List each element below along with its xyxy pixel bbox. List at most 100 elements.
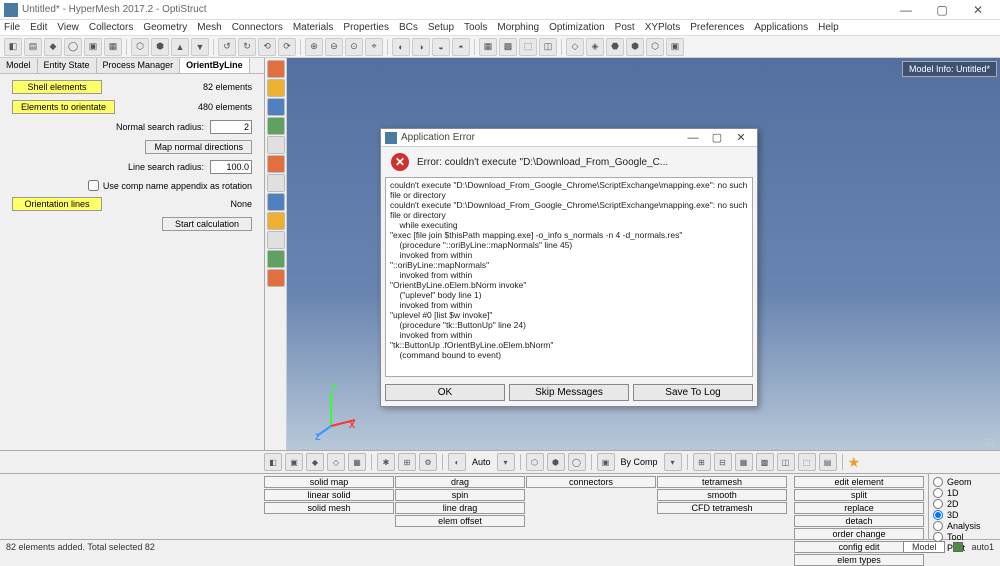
vtool-icon[interactable] xyxy=(267,231,285,249)
cmd-line-drag[interactable]: line drag xyxy=(395,502,525,514)
toolbar-icon[interactable]: ◫ xyxy=(539,38,557,56)
vtb-icon[interactable]: ⊞ xyxy=(398,453,416,471)
skip-messages-button[interactable]: Skip Messages xyxy=(509,384,629,401)
start-calculation-button[interactable]: Start calculation xyxy=(162,217,252,231)
vtool-icon[interactable] xyxy=(267,98,285,116)
menu-morphing[interactable]: Morphing xyxy=(497,22,539,33)
menu-mesh[interactable]: Mesh xyxy=(197,22,221,33)
toolbar-icon[interactable]: ⬢ xyxy=(151,38,169,56)
vtb-icon[interactable]: ▩ xyxy=(756,453,774,471)
dialog-titlebar[interactable]: Application Error — ▢ ✕ xyxy=(381,129,757,147)
tab-model[interactable]: Model xyxy=(0,58,38,73)
cmd-linear-solid[interactable]: linear solid xyxy=(264,489,394,501)
vtool-icon[interactable] xyxy=(267,269,285,287)
radio-2d[interactable] xyxy=(933,499,943,509)
toolbar-icon[interactable]: ⌖ xyxy=(365,38,383,56)
toolbar-icon[interactable]: ◑ xyxy=(412,38,430,56)
toolbar-icon[interactable]: ⊕ xyxy=(305,38,323,56)
save-to-log-button[interactable]: Save To Log xyxy=(633,384,753,401)
vtb-icon[interactable]: ▦ xyxy=(348,453,366,471)
status-color-swatch[interactable] xyxy=(953,542,963,552)
toolbar-icon[interactable]: ⬢ xyxy=(626,38,644,56)
cmd-solid-mesh[interactable]: solid mesh xyxy=(264,502,394,514)
menu-edit[interactable]: Edit xyxy=(30,22,47,33)
cmd-spin[interactable]: spin xyxy=(395,489,525,501)
cmd-tetramesh[interactable]: tetramesh xyxy=(657,476,787,488)
toolbar-icon[interactable]: ⟲ xyxy=(258,38,276,56)
cmd-drag[interactable]: drag xyxy=(395,476,525,488)
vtb-icon[interactable]: ▤ xyxy=(819,453,837,471)
vtb-icon[interactable]: ▣ xyxy=(597,453,615,471)
vtool-icon[interactable] xyxy=(267,79,285,97)
radio-analysis[interactable] xyxy=(933,521,943,531)
menu-xyplots[interactable]: XYPlots xyxy=(645,22,681,33)
minimize-button[interactable]: — xyxy=(888,3,924,17)
vtb-icon[interactable]: ⬢ xyxy=(547,453,565,471)
dialog-maximize-button[interactable]: ▢ xyxy=(705,131,729,144)
toolbar-icon[interactable]: ⬡ xyxy=(131,38,149,56)
toolbar-icon[interactable]: ⬡ xyxy=(646,38,664,56)
menu-bcs[interactable]: BCs xyxy=(399,22,418,33)
vtool-icon[interactable] xyxy=(267,117,285,135)
vtool-icon[interactable] xyxy=(267,212,285,230)
auto-label[interactable]: Auto xyxy=(469,457,494,467)
toolbar-icon[interactable]: ◒ xyxy=(432,38,450,56)
use-comp-name-checkbox[interactable] xyxy=(88,180,99,191)
cmd-elem-offset[interactable]: elem offset xyxy=(395,515,525,527)
cmd-elem-types[interactable]: elem types xyxy=(794,554,924,566)
vtb-icon[interactable]: ⚙ xyxy=(419,453,437,471)
toolbar-icon[interactable]: ▣ xyxy=(666,38,684,56)
cmd-detach[interactable]: detach xyxy=(794,515,924,527)
menu-materials[interactable]: Materials xyxy=(293,22,334,33)
vtb-icon[interactable]: ⊟ xyxy=(714,453,732,471)
bycomp-label[interactable]: By Comp xyxy=(618,457,661,467)
line-search-radius-input[interactable] xyxy=(210,160,252,174)
map-normal-directions-button[interactable]: Map normal directions xyxy=(145,140,252,154)
toolbar-icon[interactable]: ◯ xyxy=(64,38,82,56)
elements-to-orientate-button[interactable]: Elements to orientate xyxy=(12,100,115,114)
vtb-icon[interactable]: ◧ xyxy=(264,453,282,471)
toolbar-icon[interactable]: ◓ xyxy=(452,38,470,56)
cmd-smooth[interactable]: smooth xyxy=(657,489,787,501)
toolbar-icon[interactable]: ▣ xyxy=(84,38,102,56)
toolbar-icon[interactable]: ↻ xyxy=(238,38,256,56)
vtb-icon[interactable]: ◇ xyxy=(327,453,345,471)
menu-optimization[interactable]: Optimization xyxy=(549,22,605,33)
vtb-icon[interactable]: ◯ xyxy=(568,453,586,471)
dropdown-icon[interactable]: ▾ xyxy=(497,453,515,471)
toolbar-icon[interactable]: ◈ xyxy=(586,38,604,56)
tab-orientbyline[interactable]: OrientByLine xyxy=(180,58,250,73)
cmd-cfd-tetramesh[interactable]: CFD tetramesh xyxy=(657,502,787,514)
menu-geometry[interactable]: Geometry xyxy=(143,22,187,33)
vtb-icon[interactable]: ⬚ xyxy=(798,453,816,471)
orientation-lines-button[interactable]: Orientation lines xyxy=(12,197,102,211)
vtb-icon[interactable]: ⊞ xyxy=(693,453,711,471)
toolbar-icon[interactable]: ▦ xyxy=(479,38,497,56)
toolbar-icon[interactable]: ⬣ xyxy=(606,38,624,56)
toolbar-icon[interactable]: ▼ xyxy=(191,38,209,56)
vtool-icon[interactable] xyxy=(267,60,285,78)
tab-entity-state[interactable]: Entity State xyxy=(38,58,97,73)
menu-post[interactable]: Post xyxy=(615,22,635,33)
menu-tools[interactable]: Tools xyxy=(464,22,487,33)
toolbar-icon[interactable]: ◐ xyxy=(392,38,410,56)
toolbar-icon[interactable]: ▤ xyxy=(24,38,42,56)
vtb-icon[interactable]: ▦ xyxy=(735,453,753,471)
vtool-icon[interactable] xyxy=(267,136,285,154)
radio-1d[interactable] xyxy=(933,488,943,498)
menu-preferences[interactable]: Preferences xyxy=(690,22,744,33)
viewport-corner-icon[interactable]: ◱ xyxy=(985,437,994,448)
cmd-solid-map[interactable]: solid map xyxy=(264,476,394,488)
vtool-icon[interactable] xyxy=(267,155,285,173)
toolbar-icon[interactable]: ▲ xyxy=(171,38,189,56)
dialog-minimize-button[interactable]: — xyxy=(681,132,705,144)
cmd-connectors[interactable]: connectors xyxy=(526,476,656,488)
radio-geom[interactable] xyxy=(933,477,943,487)
menu-connectors[interactable]: Connectors xyxy=(232,22,283,33)
maximize-button[interactable]: ▢ xyxy=(924,3,960,17)
menu-setup[interactable]: Setup xyxy=(428,22,454,33)
cmd-replace[interactable]: replace xyxy=(794,502,924,514)
favorite-icon[interactable]: ★ xyxy=(848,454,861,471)
menu-file[interactable]: File xyxy=(4,22,20,33)
vtool-icon[interactable] xyxy=(267,193,285,211)
